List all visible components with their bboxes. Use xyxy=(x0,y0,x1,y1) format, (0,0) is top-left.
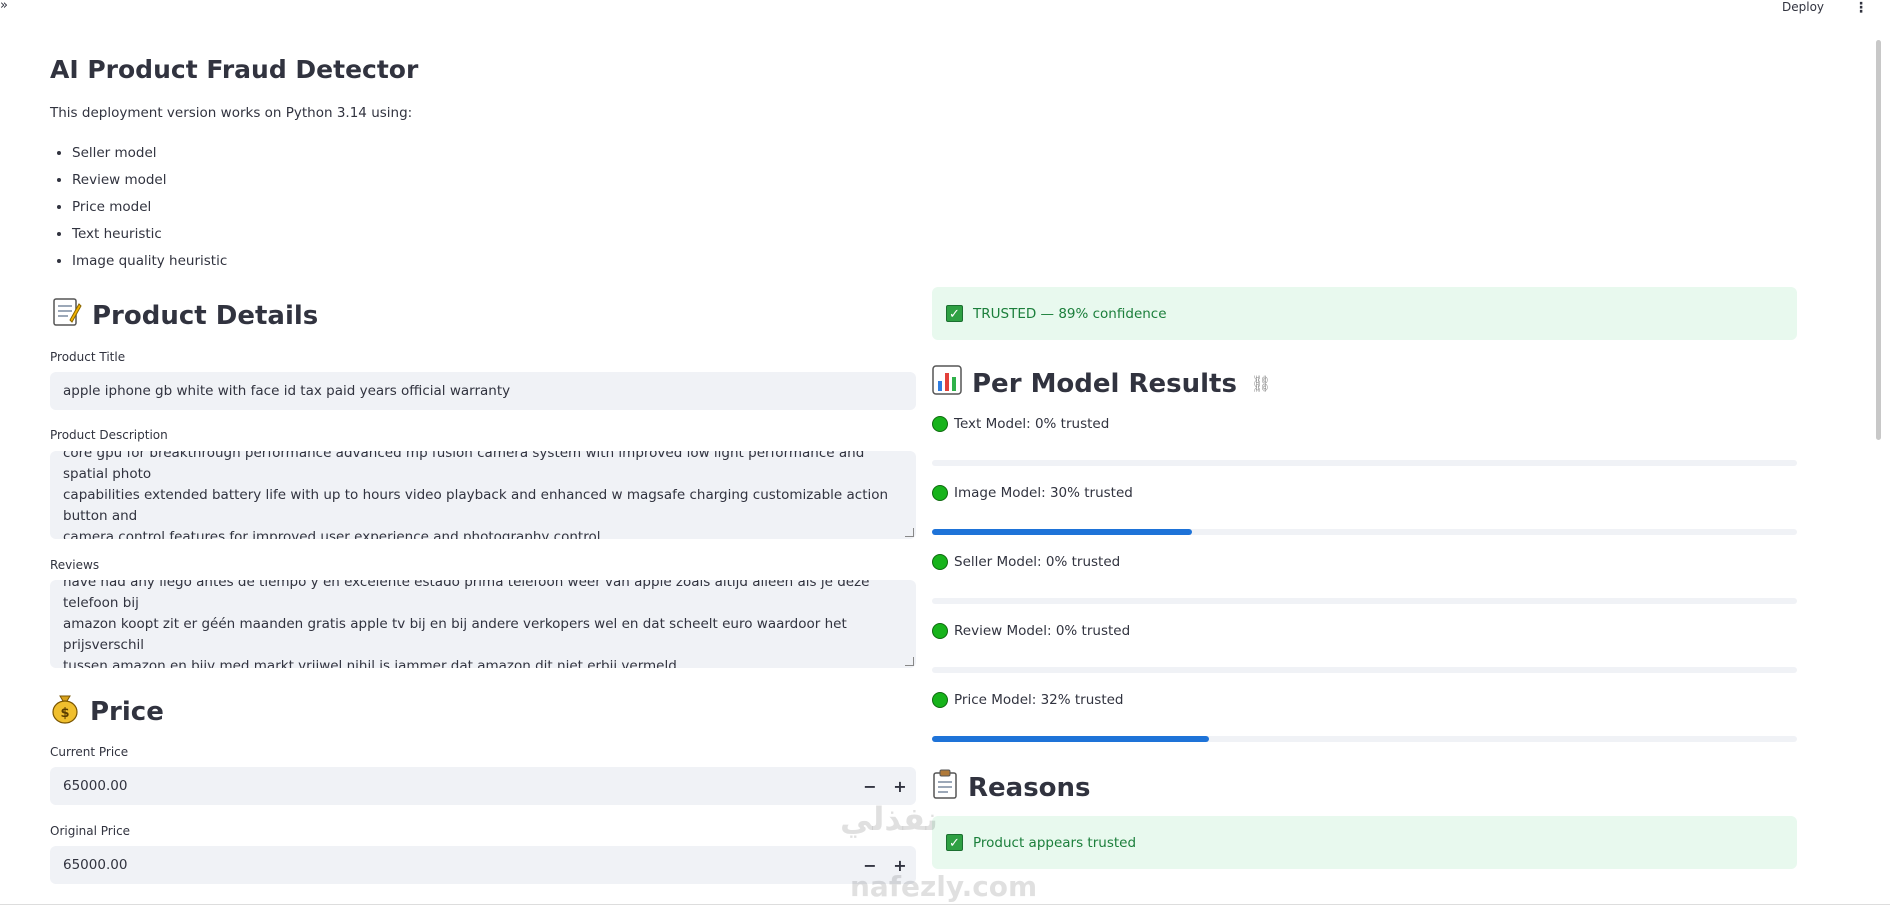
model-progress-fill xyxy=(932,529,1192,535)
model-result-label: Price Model: 32% trusted xyxy=(954,692,1124,708)
top-bar: » Deploy ⋮ xyxy=(0,0,1890,20)
check-icon: ✓ xyxy=(946,305,963,322)
feature-list-item: Text heuristic xyxy=(72,225,227,252)
original-price-value: 65000.00 xyxy=(63,857,128,873)
model-result-row: Price Model: 32% trusted xyxy=(932,692,1124,708)
green-circle-icon xyxy=(932,416,948,432)
green-circle-icon xyxy=(932,554,948,570)
review-line: have had any llego antes de tiempo y en … xyxy=(63,580,870,611)
product-description-textarea[interactable]: core gpu for breakthrough performance ad… xyxy=(50,451,916,539)
green-circle-icon xyxy=(932,692,948,708)
resize-handle[interactable] xyxy=(905,657,914,666)
description-line: core gpu for breakthrough performance ad… xyxy=(63,451,865,482)
model-result-row: Review Model: 0% trusted xyxy=(932,623,1130,639)
model-result-row: Seller Model: 0% trusted xyxy=(932,554,1120,570)
current-price-increment-button[interactable]: + xyxy=(885,768,915,804)
reviews-textarea[interactable]: have had any llego antes de tiempo y en … xyxy=(50,580,916,668)
check-icon: ✓ xyxy=(946,834,963,851)
resize-handle[interactable] xyxy=(905,528,914,537)
product-title-input[interactable]: apple iphone gb white with face id tax p… xyxy=(50,372,916,410)
model-progress-bar xyxy=(932,667,1797,673)
model-progress-bar xyxy=(932,529,1797,535)
deploy-button[interactable]: Deploy xyxy=(1782,0,1824,14)
reason-text: Product appears trusted xyxy=(973,834,1137,851)
reasons-heading-text: Reasons xyxy=(968,772,1091,803)
reviews-label: Reviews xyxy=(50,558,100,572)
model-result-label: Text Model: 0% trusted xyxy=(954,416,1110,432)
description-line: camera control features for improved use… xyxy=(63,529,601,539)
model-result-label: Review Model: 0% trusted xyxy=(954,623,1131,639)
model-progress-bar xyxy=(932,460,1797,466)
memo-icon xyxy=(50,296,82,335)
current-price-value: 65000.00 xyxy=(63,778,128,794)
intro-text: This deployment version works on Python … xyxy=(50,105,413,121)
description-line: capabilities extended battery life with … xyxy=(63,487,889,524)
feature-list-item: Price model xyxy=(72,198,227,225)
page-title: AI Product Fraud Detector xyxy=(50,55,419,84)
watermark-logo: نفذلي xyxy=(840,800,938,838)
product-description-label: Product Description xyxy=(50,428,168,442)
product-title-value: apple iphone gb white with face id tax p… xyxy=(63,383,511,399)
product-details-heading-text: Product Details xyxy=(92,300,319,331)
model-result-label: Image Model: 30% trusted xyxy=(954,485,1133,501)
per-model-results-heading: Per Model Results ⛓ xyxy=(932,365,1271,402)
feature-list-item: Image quality heuristic xyxy=(72,252,227,279)
green-circle-icon xyxy=(932,623,948,639)
model-result-row: Text Model: 0% trusted xyxy=(932,416,1109,432)
watermark-url: nafezly.com xyxy=(850,870,1038,903)
product-title-label: Product Title xyxy=(50,350,126,364)
product-details-heading: Product Details xyxy=(50,296,318,335)
review-line: amazon koopt zit er géén maanden gratis … xyxy=(63,616,847,653)
model-result-row: Image Model: 30% trusted xyxy=(932,485,1133,501)
trusted-status-text: TRUSTED — 89% confidence xyxy=(973,305,1167,322)
svg-text:$: $ xyxy=(60,706,69,721)
per-model-results-heading-text: Per Model Results xyxy=(972,368,1237,399)
bar-chart-icon xyxy=(932,365,962,402)
reason-item: ✓ Product appears trusted xyxy=(932,816,1797,869)
money-bag-icon: $ xyxy=(50,692,80,731)
feature-list-item: Seller model xyxy=(72,144,227,171)
model-progress-bar xyxy=(932,736,1797,742)
reasons-heading: Reasons xyxy=(932,769,1091,806)
trusted-status-banner: ✓ TRUSTED — 89% confidence xyxy=(932,287,1797,340)
feature-list-item: Review model xyxy=(72,171,227,198)
current-price-input[interactable]: 65000.00 xyxy=(50,767,916,805)
original-price-input[interactable]: 65000.00 xyxy=(50,846,916,884)
price-heading-text: Price xyxy=(90,696,164,727)
review-line: tussen amazon en bijv med markt vrijwel … xyxy=(63,658,677,668)
bottom-divider xyxy=(0,904,1890,905)
green-circle-icon xyxy=(932,485,948,501)
feature-list: Seller model Review model Price model Te… xyxy=(50,144,227,279)
main-menu-icon[interactable]: ⋮ xyxy=(1854,0,1868,16)
model-result-label: Seller Model: 0% trusted xyxy=(954,554,1121,570)
page-scrollbar[interactable] xyxy=(1876,40,1881,440)
anchor-link-icon[interactable]: ⛓ xyxy=(1251,374,1271,393)
expand-sidebar-icon[interactable]: » xyxy=(0,0,8,13)
current-price-label: Current Price xyxy=(50,745,129,759)
original-price-label: Original Price xyxy=(50,824,131,838)
model-progress-bar xyxy=(932,598,1797,604)
current-price-decrement-button[interactable]: − xyxy=(855,768,885,804)
price-heading: $ Price xyxy=(50,692,164,731)
model-progress-fill xyxy=(932,736,1209,742)
